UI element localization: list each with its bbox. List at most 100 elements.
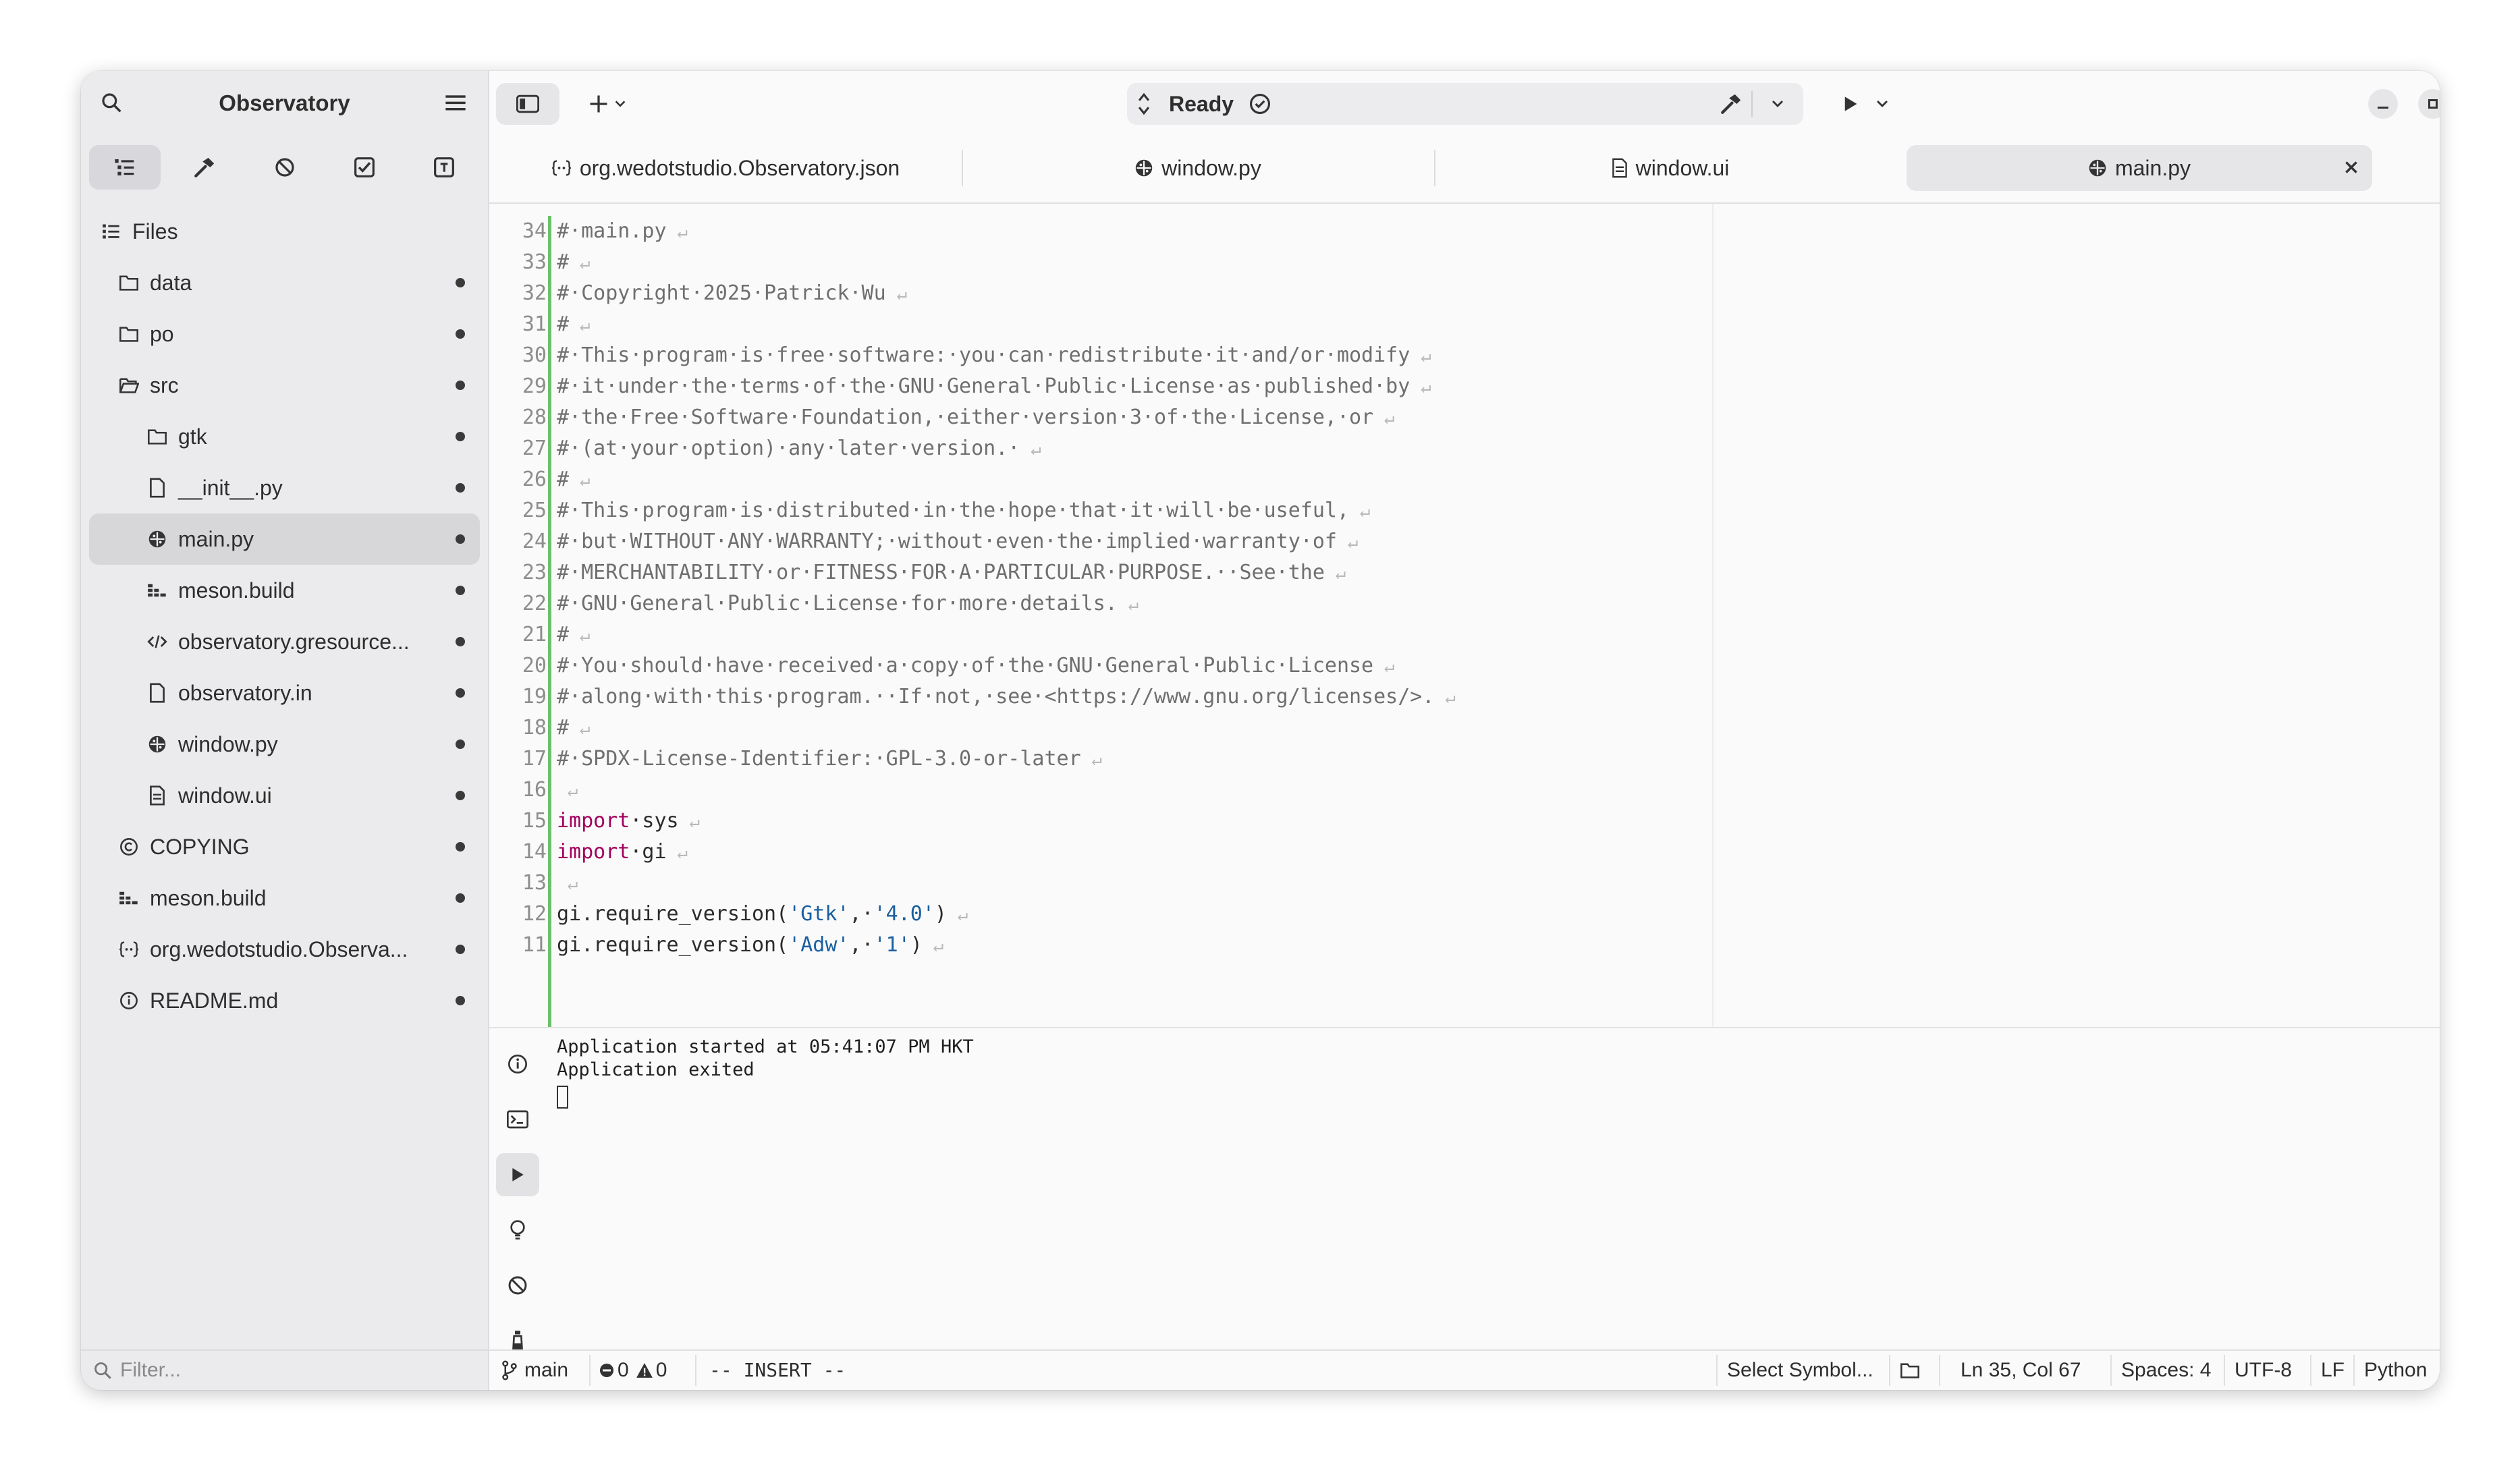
run-button[interactable] (1832, 83, 1869, 125)
line-number: 12 (522, 902, 547, 926)
code-content[interactable]: #·main.py ↵ # ↵ #·Copyright·2025·Patrick·W… (557, 216, 1456, 961)
maximize-button[interactable] (2415, 83, 2440, 125)
newline-marker: ↵ (678, 812, 700, 832)
build-icon (119, 888, 139, 908)
open-folder-button[interactable] (1900, 1351, 1920, 1390)
lightbulb-icon (510, 1220, 525, 1239)
code-line: #·main.py ↵ (557, 216, 1456, 247)
diagnostics-button[interactable]: 0 0 (599, 1351, 667, 1390)
hammer-icon (194, 157, 215, 177)
status-dot (456, 329, 465, 339)
file-tree-item[interactable]: COPYING (89, 821, 480, 872)
select-symbol-button[interactable]: Select Symbol... (1727, 1351, 1873, 1390)
build-button[interactable] (1714, 90, 1748, 118)
close-tab-icon[interactable] (2343, 159, 2360, 176)
tab-main-py[interactable]: main.py (1907, 145, 2372, 191)
file-icon (147, 683, 167, 703)
git-branch-button[interactable]: main (501, 1351, 568, 1390)
line-ending-button[interactable]: LF (2321, 1351, 2345, 1390)
comment-token: # (557, 468, 570, 491)
hamburger-menu-icon[interactable] (439, 86, 472, 119)
file-tree-item[interactable]: data (89, 257, 480, 308)
tab-window-py[interactable]: window.py (968, 145, 1427, 191)
newline-marker: ↵ (569, 625, 591, 646)
files-header[interactable]: Files (89, 206, 480, 257)
file-tree-item[interactable]: __init__.py (89, 462, 480, 513)
beaker-icon (512, 1331, 524, 1351)
tab-debug-panel[interactable] (249, 145, 321, 190)
status-dot (456, 637, 465, 646)
tab-files-panel[interactable] (89, 145, 161, 190)
build-status-bar: Ready (1127, 83, 1803, 125)
panel-messages-button[interactable] (496, 1042, 539, 1086)
string-token: 'Gtk' (788, 902, 850, 926)
comment-token: #·the·Free·Software·Foundation,·either·v… (557, 406, 1374, 429)
list-tree-icon (101, 221, 121, 242)
file-tree-item-label: window.ui (178, 783, 272, 808)
tab-symbols-panel[interactable] (408, 145, 480, 190)
file-tree-item[interactable]: window.ui (89, 770, 480, 821)
run-output-console[interactable]: Application started at 05:41:07 PM HKT A… (557, 1036, 974, 1109)
tab-todo-panel[interactable] (329, 145, 400, 190)
file-tree-item[interactable]: meson.build (89, 872, 480, 924)
line-number: 19 (522, 685, 547, 708)
new-item-button[interactable] (576, 83, 640, 125)
newline-marker: ↵ (1324, 563, 1346, 584)
toggle-sidebar-button[interactable] (496, 83, 559, 125)
encoding-button[interactable]: UTF-8 (2235, 1351, 2292, 1390)
file-tree-item[interactable]: window.py (89, 719, 480, 770)
newline-marker: ↵ (569, 315, 591, 335)
code-line: #·This·program·is·free·software:·you·can… (557, 340, 1456, 371)
comment-token: #·MERCHANTABILITY·or·FITNESS·FOR·A·PARTI… (557, 561, 1325, 584)
play-icon (512, 1168, 524, 1181)
file-tree-item-label: __init__.py (178, 475, 283, 500)
file-tree-item[interactable]: observatory.in (89, 667, 480, 719)
panel-terminal-button[interactable] (496, 1098, 539, 1141)
indentation-button[interactable]: Spaces: 4 (2121, 1351, 2211, 1390)
tab-org-wedotstudio-observatory-json[interactable]: org.wedotstudio.Observatory.json (496, 145, 955, 191)
run-options-button[interactable] (1869, 83, 1896, 125)
maximize-icon (2418, 89, 2440, 119)
minimize-button[interactable] (2365, 83, 2401, 125)
file-tree-item[interactable]: meson.build (89, 565, 480, 616)
python-icon (2088, 159, 2107, 177)
newline-marker: ↵ (1410, 346, 1431, 366)
status-dot (456, 586, 465, 595)
git-branch-icon (502, 1360, 517, 1380)
filter-field[interactable]: Filter... (81, 1349, 488, 1390)
status-dot (456, 740, 465, 749)
panel-tips-button[interactable] (496, 1208, 539, 1252)
code-line: ↵ (557, 868, 1456, 899)
status-dot (456, 432, 465, 441)
string-token: 'Adw' (788, 933, 850, 957)
newline-marker: ↵ (1373, 657, 1395, 677)
terminal-icon (507, 1110, 528, 1129)
comment-token: #·it·under·the·terms·of·the·GNU·General·… (557, 374, 1410, 398)
code-editor[interactable]: 34 33 32 31 30 29 28 27 26 25 24 23 22 21 20 19 18 17 16 15… (489, 204, 2440, 1028)
file-tree-item[interactable]: org.wedotstudio.Observa... (89, 924, 480, 975)
status-dot (456, 381, 465, 390)
info-icon (508, 1055, 527, 1073)
bottom-panel-switcher (489, 1028, 550, 1390)
file-tree-item[interactable]: gtk (89, 411, 480, 462)
chevron-up-down-icon[interactable] (1136, 91, 1151, 120)
tab-build-panel[interactable] (169, 145, 240, 190)
file-tree-item[interactable]: src (89, 360, 480, 411)
file-tree-item[interactable]: main.py (89, 513, 480, 565)
file-tree-item[interactable]: README.md (89, 975, 480, 1026)
language-button[interactable]: Python (2364, 1351, 2427, 1390)
panel-run-output-button[interactable] (496, 1153, 539, 1196)
file-tree-item[interactable]: po (89, 308, 480, 360)
panel-debugger-button[interactable] (496, 1264, 539, 1307)
sidebar-header: Observatory (81, 71, 488, 135)
tab-window-ui[interactable]: window.ui (1441, 145, 1900, 191)
cursor-position-button[interactable]: Ln 35, Col 67 (1961, 1351, 2081, 1390)
newline-marker: ↵ (1117, 594, 1139, 615)
file-tree-item[interactable]: observatory.gresource... (89, 616, 480, 667)
build-options-button[interactable] (1761, 90, 1794, 118)
editor-mode: -- INSERT -- (709, 1359, 846, 1381)
divider (589, 1355, 591, 1386)
line-number: 24 (522, 530, 547, 553)
build-status-text: Ready (1169, 92, 1234, 116)
comment-token: #·but·WITHOUT·ANY·WARRANTY;·without·even… (557, 530, 1337, 553)
